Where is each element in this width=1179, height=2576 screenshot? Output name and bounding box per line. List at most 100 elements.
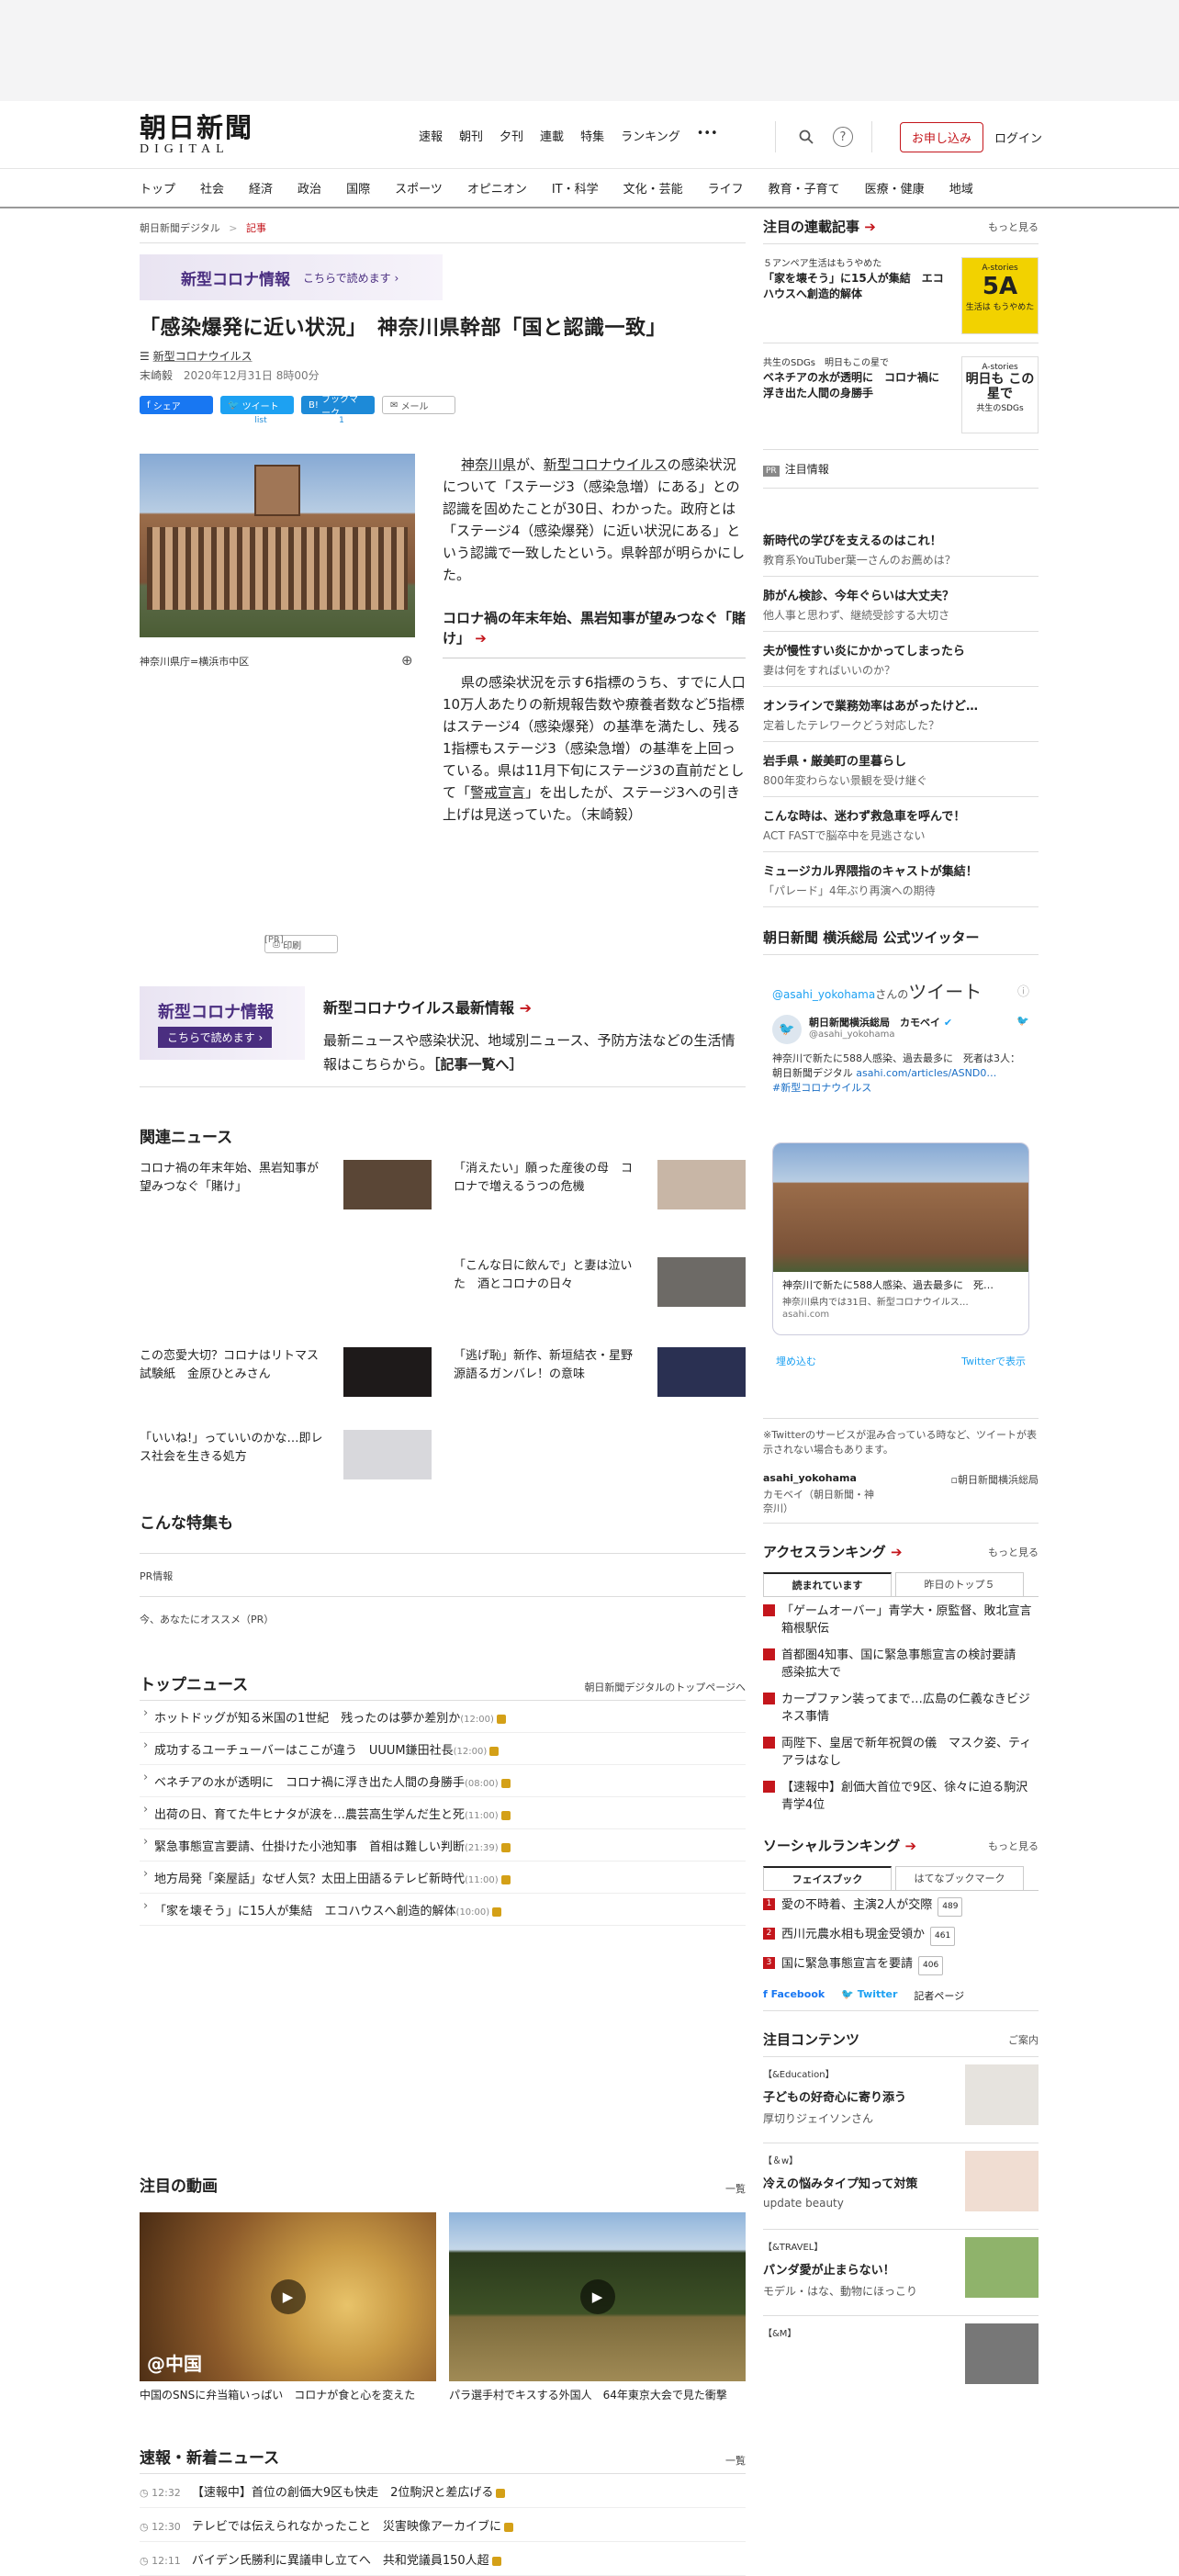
- embed-link[interactable]: 埋め込む: [776, 1354, 816, 1368]
- series-item[interactable]: ５アンペア生活はもうやめた 「家を壊そう」に15人が集結 エコハウスへ創造的解体 A…: [763, 243, 1039, 343]
- content-item[interactable]: 【＆w】 冷えの悩みタイプ知って対策 update beauty: [763, 2143, 1039, 2229]
- pr-item[interactable]: オンラインで業務効率はあがったけど… 定着したテレワークどう対応した？: [763, 687, 1039, 742]
- info-icon[interactable]: ⓘ: [1017, 982, 1029, 999]
- related-item[interactable]: 「こんな日に飲んで」と妻は泣いた 酒とコロナの日々: [454, 1257, 746, 1349]
- view-on-twitter-link[interactable]: Twitterで表示: [961, 1354, 1026, 1368]
- breadcrumb-current[interactable]: 記事: [246, 222, 266, 234]
- catnav-item[interactable]: 文化・芸能: [623, 179, 683, 197]
- breaking-item[interactable]: 12:32 【速報中】首位の創価大9区も快走 2位駒沢と差広げる: [140, 2474, 746, 2508]
- twitter-link[interactable]: 🐦 Twitter: [841, 1988, 897, 2003]
- catnav-item[interactable]: 地域: [949, 179, 973, 197]
- keyword-link[interactable]: 神奈川県: [461, 456, 516, 473]
- hatena-bookmark-button[interactable]: B! ブックマーク: [301, 395, 375, 419]
- top-news-item[interactable]: 出荷の日、育てた牛ヒナタが涙を…農芸高生学んだ生と死(11:00): [140, 1797, 746, 1829]
- breaking-item[interactable]: 12:30 テレビでは伝えられなかったこと 災害映像アーカイブに: [140, 2508, 746, 2542]
- pr-item[interactable]: 岩手県・厳美町の里暮らし 800年変わらない景観を受け継ぐ: [763, 742, 1039, 797]
- contents-guide-link[interactable]: ご案内: [1008, 2032, 1039, 2047]
- tweet[interactable]: 🐦 朝日新聞横浜総局 カモベイ ✔ 🐦 @asahi_yokohama: [763, 1004, 1039, 1044]
- breaking-item[interactable]: 12:11 バイデン氏勝利に異議申し立てへ 共和党議員150人超: [140, 2542, 746, 2576]
- topnav-item[interactable]: 夕刊: [500, 127, 523, 144]
- timeline-title[interactable]: @asahi_yokohamaさんのツイート: [772, 977, 982, 1004]
- tweet-count[interactable]: list: [220, 416, 301, 425]
- access-ranking-item[interactable]: 首都圏4知事、国に緊急事態宣言の検討要請 感染拡大で: [763, 1641, 1039, 1685]
- facebook-link[interactable]: f Facebook: [763, 1988, 825, 2003]
- tab-hatena[interactable]: はてなブックマーク: [895, 1866, 1024, 1890]
- social-ranking-heading[interactable]: ソーシャルランキング ➔: [763, 1836, 916, 1855]
- access-more-link[interactable]: もっと見る: [988, 1545, 1039, 1559]
- tab-yesterday-top5[interactable]: 昨日のトップ５: [895, 1572, 1024, 1596]
- topnav-item[interactable]: ランキング: [621, 127, 680, 144]
- catnav-item[interactable]: 国際: [346, 179, 370, 197]
- content-item[interactable]: 【&M】: [763, 2315, 1039, 2402]
- tweet-url[interactable]: asahi.com/articles/ASND0…: [856, 1067, 996, 1079]
- catnav-item[interactable]: IT・科学: [552, 179, 599, 197]
- pr-item[interactable]: 肺がん検診、今年ぐらいは大丈夫？ 他人事と思わず、継続受診する大切さ: [763, 577, 1039, 632]
- catnav-item[interactable]: トップ: [140, 179, 175, 197]
- catnav-item[interactable]: オピニオン: [467, 179, 527, 197]
- related-item[interactable]: 「消えたい」願った産後の母 コロナで増えるうつの危機: [454, 1160, 746, 1252]
- access-ranking-heading[interactable]: アクセスランキング ➔: [763, 1542, 903, 1561]
- login-button[interactable]: ログイン: [994, 129, 1042, 146]
- related-inline-link[interactable]: コロナ禍の年末年始、黒岩知事が望みつなぐ「賭け」 ➔: [443, 608, 746, 658]
- video-thumb-1[interactable]: ▶ @中国: [140, 2212, 436, 2381]
- related-item[interactable]: この恋愛大切？コロナはリトマス試験紙 金原ひとみさん: [140, 1347, 432, 1439]
- search-icon[interactable]: [794, 125, 818, 149]
- breaking-more-link[interactable]: 一覧: [725, 2453, 746, 2468]
- catnav-item[interactable]: 経済: [249, 179, 273, 197]
- account-link[interactable]: asahi_yokohama: [763, 1472, 882, 1484]
- tab-facebook[interactable]: フェイスブック: [763, 1866, 892, 1890]
- twitter-share-button[interactable]: 🐦 ツイート: [220, 396, 294, 414]
- keyword-link[interactable]: 警戒宣言: [470, 784, 525, 801]
- article-photo[interactable]: [140, 454, 415, 637]
- content-item[interactable]: 【&Education】 子どもの好奇心に寄り添う 厚切りジェイソンさん: [763, 2056, 1039, 2143]
- covid-banner[interactable]: 新型コロナ情報 こちらで読めます ›: [140, 254, 443, 300]
- series-item[interactable]: 共生のSDGs 明日もこの星で ベネチアの水が透明に コロナ禍に浮き出た人間の身勝…: [763, 343, 1039, 442]
- access-ranking-item[interactable]: 「ゲームオーバー」青学大・原監督、敗北宣言 箱根駅伝: [763, 1597, 1044, 1641]
- topnav-item[interactable]: 速報: [419, 127, 443, 144]
- help-icon[interactable]: ?: [833, 127, 853, 147]
- series-heading[interactable]: 注目の連載記事 ➔: [763, 217, 876, 236]
- access-ranking-item[interactable]: カープファン装ってまで…広島の仁義なきビジネス事情: [763, 1685, 1039, 1729]
- breadcrumb-home[interactable]: 朝日新聞デジタル: [140, 222, 220, 234]
- subscribe-button[interactable]: お申し込み: [900, 121, 984, 152]
- catnav-item[interactable]: 医療・健康: [865, 179, 925, 197]
- social-ranking-item[interactable]: 3 国に緊急事態宣言を要請 406: [763, 1950, 1039, 1979]
- top-news-item[interactable]: 「家を壊そう」に15人が集結 エコハウスへ創造的解体(10:00): [140, 1894, 746, 1926]
- tweet-hashtag[interactable]: #新型コロナウイルス: [772, 1082, 871, 1094]
- video-caption-2[interactable]: パラ選手村でキスする外国人 64年東京大会で見た衝撃: [449, 2387, 746, 2402]
- topnav-item[interactable]: 朝刊: [459, 127, 483, 144]
- videos-more-link[interactable]: 一覧: [725, 2181, 746, 2196]
- access-ranking-item[interactable]: 両陛下、皇居で新年祝賀の儀 マスク姿、ティアラはなし: [763, 1729, 1039, 1773]
- catnav-item[interactable]: スポーツ: [395, 179, 443, 197]
- pr-item[interactable]: 新時代の学びを支えるのはこれ！ 教育系YouTuber葉一さんのお薦めは？: [763, 522, 1039, 577]
- account-image[interactable]: ▫朝日新聞横浜総局: [951, 1472, 1039, 1515]
- asahi-logo[interactable]: 朝日新聞 DIGITAL: [140, 112, 259, 156]
- top-news-item[interactable]: ベネチアの水が透明に コロナ禍に浮き出た人間の身勝手(08:00): [140, 1765, 746, 1797]
- top-news-item[interactable]: 成功するユーチューバーはここが違う UUUM鎌田社長(12:00): [140, 1733, 746, 1765]
- tweet-link-card[interactable]: 神奈川で新たに588人感染、過去最多に 死… 神奈川県内では31日、新型コロナウ…: [772, 1142, 1029, 1335]
- pr-item[interactable]: 夫が慢性すい炎にかかってしまったら 妻は何をすればいいのか？: [763, 632, 1039, 687]
- related-item[interactable]: 「逃げ恥」新作、新垣結衣・星野源語るガンバレ！の意味: [454, 1347, 746, 1439]
- social-ranking-item[interactable]: 2 西川元農水相も現金受領か 461: [763, 1920, 1039, 1950]
- top-news-item[interactable]: 緊急事態宣言要請、仕掛けた小池知事 首相は難しい判断(21:39): [140, 1829, 746, 1862]
- catnav-item[interactable]: 教育・子育て: [769, 179, 840, 197]
- social-ranking-item[interactable]: 1 愛の不時着、主演2人が交際 489: [763, 1891, 1039, 1920]
- more-menu-icon[interactable]: •••: [697, 127, 718, 144]
- zoom-icon[interactable]: ⊕: [401, 652, 413, 669]
- video-thumb-2[interactable]: ▶: [449, 2212, 746, 2381]
- related-item[interactable]: コロナ禍の年末年始、黒岩知事が望みつなぐ「賭け」: [140, 1160, 432, 1252]
- related-item[interactable]: 「いいね!」っていいのかな…即レス社会を生きる処方: [140, 1430, 432, 1522]
- access-ranking-item[interactable]: 【速報中】創価大首位で9区、徐々に迫る駒沢 青学4位: [763, 1773, 1039, 1817]
- facebook-share-button[interactable]: f シェア: [140, 396, 213, 414]
- reporter-page-link[interactable]: 記者ページ: [914, 1988, 964, 2003]
- top-news-more-link[interactable]: 朝日新聞デジタルのトップページへ: [584, 1680, 746, 1694]
- pr-item[interactable]: ミュージカル界隈指のキャストが集結！ 「パレード」4年ぶり再演への期待: [763, 852, 1039, 907]
- top-news-item[interactable]: 地方局発「楽屋話」なぜ人気？太田上田語るテレビ新時代(11:00): [140, 1862, 746, 1894]
- tab-most-read[interactable]: 読まれています: [763, 1572, 892, 1596]
- bookmark-count[interactable]: 1: [301, 416, 382, 425]
- series-more-link[interactable]: もっと見る: [988, 219, 1039, 234]
- article-tag[interactable]: ☰ 新型コロナウイルス: [140, 348, 746, 364]
- article-list-link[interactable]: ［記事一覧へ］: [433, 1056, 523, 1073]
- video-caption-1[interactable]: 中国のSNSに弁当箱いっぱい コロナが食と心を変えた: [140, 2387, 436, 2402]
- catnav-item[interactable]: ライフ: [708, 179, 744, 197]
